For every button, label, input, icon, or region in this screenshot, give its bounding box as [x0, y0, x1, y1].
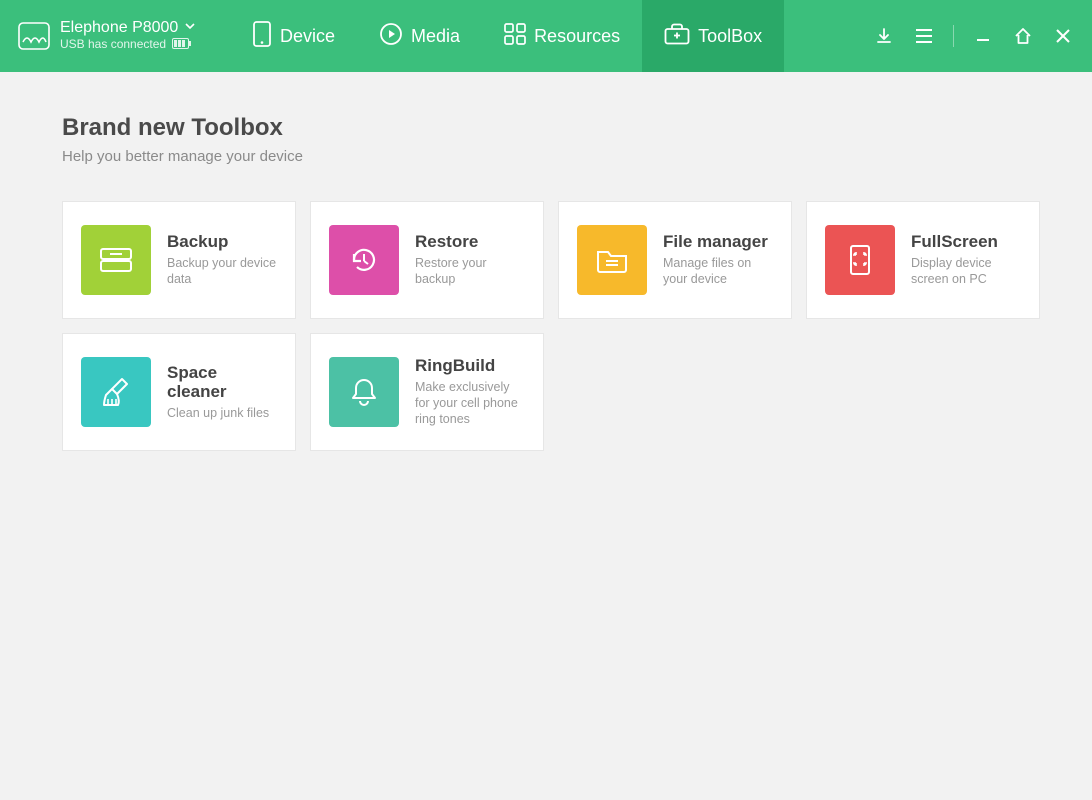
nav-device[interactable]: Device — [230, 0, 357, 72]
card-title: Restore — [415, 232, 525, 252]
nav-toolbox[interactable]: ToolBox — [642, 0, 784, 72]
tool-fullscreen[interactable]: FullScreen Display device screen on PC — [806, 201, 1040, 319]
card-title: Backup — [167, 232, 277, 252]
backup-icon — [81, 225, 151, 295]
menu-button[interactable] — [913, 25, 935, 47]
card-desc: Restore your backup — [415, 255, 525, 288]
toolbox-icon — [664, 23, 690, 50]
chevron-down-icon — [184, 19, 196, 37]
card-title: File manager — [663, 232, 773, 252]
nav-media[interactable]: Media — [357, 0, 482, 72]
card-title: RingBuild — [415, 356, 525, 376]
card-desc: Backup your device data — [167, 255, 277, 288]
tool-grid: Backup Backup your device data Restore R… — [62, 201, 1030, 451]
battery-icon — [172, 38, 192, 53]
content: Brand new Toolbox Help you better manage… — [0, 72, 1092, 493]
play-circle-icon — [379, 22, 403, 51]
card-title: FullScreen — [911, 232, 1021, 252]
close-button[interactable] — [1052, 25, 1074, 47]
card-title: Space cleaner — [167, 363, 277, 402]
nav-label: Resources — [534, 26, 620, 47]
folder-icon — [577, 225, 647, 295]
nav-label: ToolBox — [698, 26, 762, 47]
tool-file-manager[interactable]: File manager Manage files on your device — [558, 201, 792, 319]
card-desc: Make exclusively for your cell phone rin… — [415, 379, 525, 428]
tool-space-cleaner[interactable]: Space cleaner Clean up junk files — [62, 333, 296, 451]
nav-label: Media — [411, 26, 460, 47]
card-desc: Clean up junk files — [167, 405, 277, 421]
card-desc: Display device screen on PC — [911, 255, 1021, 288]
page-title: Brand new Toolbox — [62, 114, 1030, 142]
main-nav: Device Media Resources — [230, 0, 784, 72]
minimize-button[interactable] — [972, 25, 994, 47]
grid-icon — [504, 23, 526, 50]
tool-backup[interactable]: Backup Backup your device data — [62, 201, 296, 319]
tool-ringbuild[interactable]: RingBuild Make exclusively for your cell… — [310, 333, 544, 451]
phone-icon — [252, 21, 272, 52]
download-button[interactable] — [873, 25, 895, 47]
device-info[interactable]: Elephone P8000 USB has connected — [0, 0, 230, 72]
connection-status: USB has connected — [60, 38, 166, 52]
header: Elephone P8000 USB has connected — [0, 0, 1092, 72]
restore-icon — [329, 225, 399, 295]
window-controls — [855, 0, 1092, 72]
device-name: Elephone P8000 — [60, 19, 178, 37]
fullscreen-icon — [825, 225, 895, 295]
nav-resources[interactable]: Resources — [482, 0, 642, 72]
tool-restore[interactable]: Restore Restore your backup — [310, 201, 544, 319]
card-desc: Manage files on your device — [663, 255, 773, 288]
bell-icon — [329, 357, 399, 427]
page-subtitle: Help you better manage your device — [62, 148, 1030, 165]
divider — [953, 25, 954, 47]
app-logo-icon — [18, 22, 50, 50]
nav-label: Device — [280, 26, 335, 47]
brush-icon — [81, 357, 151, 427]
home-button[interactable] — [1012, 25, 1034, 47]
